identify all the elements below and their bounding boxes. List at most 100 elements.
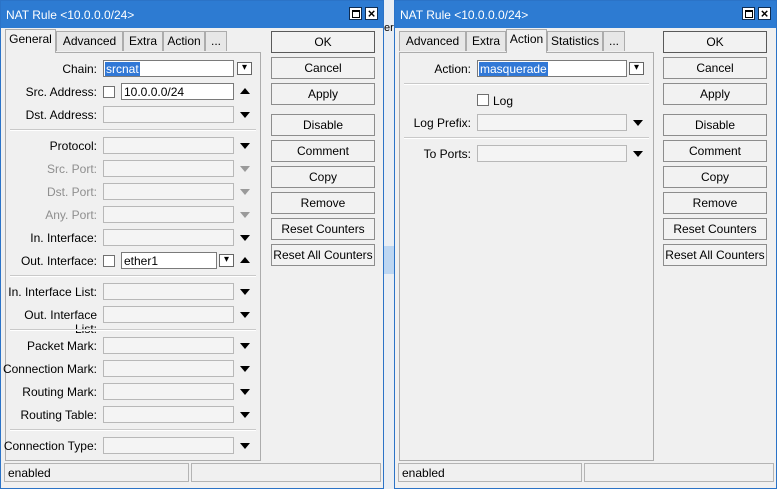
dst-port-field [103, 183, 234, 200]
connection-mark-dropdown-icon[interactable] [240, 366, 250, 372]
log-checkbox[interactable] [477, 94, 489, 106]
out-interface-field[interactable]: ether1 [121, 252, 217, 269]
routing-table-field[interactable] [103, 406, 234, 423]
tab-extra[interactable]: Extra [466, 31, 506, 51]
separator [404, 83, 649, 85]
in-interface-list-label: In. Interface List: [8, 285, 97, 299]
src-address-field[interactable]: 10.0.0.0/24 [121, 83, 234, 100]
maximize-icon[interactable] [349, 7, 362, 20]
reset-counters-button[interactable]: Reset Counters [271, 218, 375, 240]
dst-address-dropdown-icon[interactable] [240, 112, 250, 118]
tab-advanced[interactable]: Advanced [56, 31, 123, 51]
log-prefix-dropdown-icon[interactable] [633, 120, 643, 126]
window-title: NAT Rule <10.0.0.0/24> [6, 8, 135, 22]
to-ports-label: To Ports: [423, 147, 471, 161]
log-prefix-label: Log Prefix: [413, 116, 471, 130]
routing-mark-label: Routing Mark: [22, 385, 97, 399]
routing-mark-field[interactable] [103, 383, 234, 400]
connection-type-label: Connection Type: [3, 439, 97, 453]
action-dropdown-icon[interactable]: ▾ [629, 62, 644, 75]
out-interface-negate-checkbox[interactable] [103, 255, 115, 267]
separator [10, 129, 256, 131]
dst-address-label: Dst. Address: [25, 108, 97, 122]
apply-button[interactable]: Apply [663, 83, 767, 105]
connection-type-dropdown-icon[interactable] [240, 443, 250, 449]
out-interface-dropdown-icon[interactable]: ▾ [219, 254, 234, 267]
out-interface-label: Out. Interface: [20, 254, 97, 268]
chain-dropdown-icon[interactable]: ▾ [237, 62, 252, 75]
tab-more[interactable]: ... [205, 31, 227, 51]
copy-button[interactable]: Copy [663, 166, 767, 188]
protocol-dropdown-icon[interactable] [240, 143, 250, 149]
src-address-negate-checkbox[interactable] [103, 86, 115, 98]
disable-button[interactable]: Disable [663, 114, 767, 136]
status-bar-extra [191, 463, 381, 482]
chain-field[interactable]: srcnat [103, 60, 234, 77]
title-bar[interactable]: NAT Rule <10.0.0.0/24> × [395, 1, 776, 28]
in-interface-list-field[interactable] [103, 283, 234, 300]
status-bar-state: enabled [398, 463, 582, 482]
reset-all-counters-button[interactable]: Reset All Counters [271, 244, 375, 266]
remove-button[interactable]: Remove [271, 192, 375, 214]
close-icon[interactable]: × [758, 7, 771, 20]
out-interface-collapse-icon[interactable] [240, 257, 250, 263]
tab-more[interactable]: ... [603, 31, 625, 51]
protocol-field[interactable] [103, 137, 234, 154]
tab-advanced[interactable]: Advanced [399, 31, 466, 51]
log-prefix-field[interactable] [477, 114, 627, 131]
disable-button[interactable]: Disable [271, 114, 375, 136]
close-icon[interactable]: × [365, 7, 378, 20]
connection-mark-label: Connection Mark: [2, 362, 97, 376]
packet-mark-label: Packet Mark: [26, 339, 97, 353]
connection-mark-field[interactable] [103, 360, 234, 377]
comment-button[interactable]: Comment [663, 140, 767, 162]
packet-mark-field[interactable] [103, 337, 234, 354]
ok-button[interactable]: OK [271, 31, 375, 53]
dst-port-dropdown-icon [240, 189, 250, 195]
in-interface-list-dropdown-icon[interactable] [240, 289, 250, 295]
action-field[interactable]: masquerade [477, 60, 627, 77]
tab-action[interactable]: Action [506, 29, 547, 53]
separator [10, 275, 256, 277]
copy-button[interactable]: Copy [271, 166, 375, 188]
routing-table-label: Routing Table: [20, 408, 98, 422]
out-interface-list-dropdown-icon[interactable] [240, 312, 250, 318]
reset-counters-button[interactable]: Reset Counters [663, 218, 767, 240]
cancel-button[interactable]: Cancel [271, 57, 375, 79]
out-interface-list-field[interactable] [103, 306, 234, 323]
protocol-label: Protocol: [49, 139, 97, 153]
packet-mark-dropdown-icon[interactable] [240, 343, 250, 349]
any-port-label: Any. Port: [45, 208, 97, 222]
ok-button[interactable]: OK [663, 31, 767, 53]
remove-button[interactable]: Remove [663, 192, 767, 214]
routing-mark-dropdown-icon[interactable] [240, 389, 250, 395]
src-port-label: Src. Port: [46, 162, 97, 176]
title-bar[interactable]: NAT Rule <10.0.0.0/24> × [1, 1, 383, 28]
action-label: Action: [434, 62, 471, 76]
to-ports-field[interactable] [477, 145, 627, 162]
in-interface-dropdown-icon[interactable] [240, 235, 250, 241]
status-text: enabled [402, 466, 445, 480]
status-bar-state: enabled [4, 463, 189, 482]
src-address-label: Src. Address: [25, 85, 97, 99]
status-text: enabled [8, 466, 51, 480]
comment-button[interactable]: Comment [271, 140, 375, 162]
tab-general[interactable]: General [5, 29, 56, 53]
routing-table-dropdown-icon[interactable] [240, 412, 250, 418]
src-address-collapse-icon[interactable] [240, 88, 250, 94]
dst-address-field[interactable] [103, 106, 234, 123]
separator [10, 329, 256, 331]
apply-button[interactable]: Apply [271, 83, 375, 105]
tab-statistics[interactable]: Statistics [547, 31, 603, 51]
maximize-icon[interactable] [742, 7, 755, 20]
connection-type-field[interactable] [103, 437, 234, 454]
reset-all-counters-button[interactable]: Reset All Counters [663, 244, 767, 266]
to-ports-dropdown-icon[interactable] [633, 151, 643, 157]
out-interface-list-label: Out. Interface List: [24, 308, 97, 336]
any-port-dropdown-icon [240, 212, 250, 218]
tab-extra[interactable]: Extra [123, 31, 163, 51]
status-bar-extra [584, 463, 774, 482]
cancel-button[interactable]: Cancel [663, 57, 767, 79]
tab-action[interactable]: Action [163, 31, 205, 51]
in-interface-field[interactable] [103, 229, 234, 246]
